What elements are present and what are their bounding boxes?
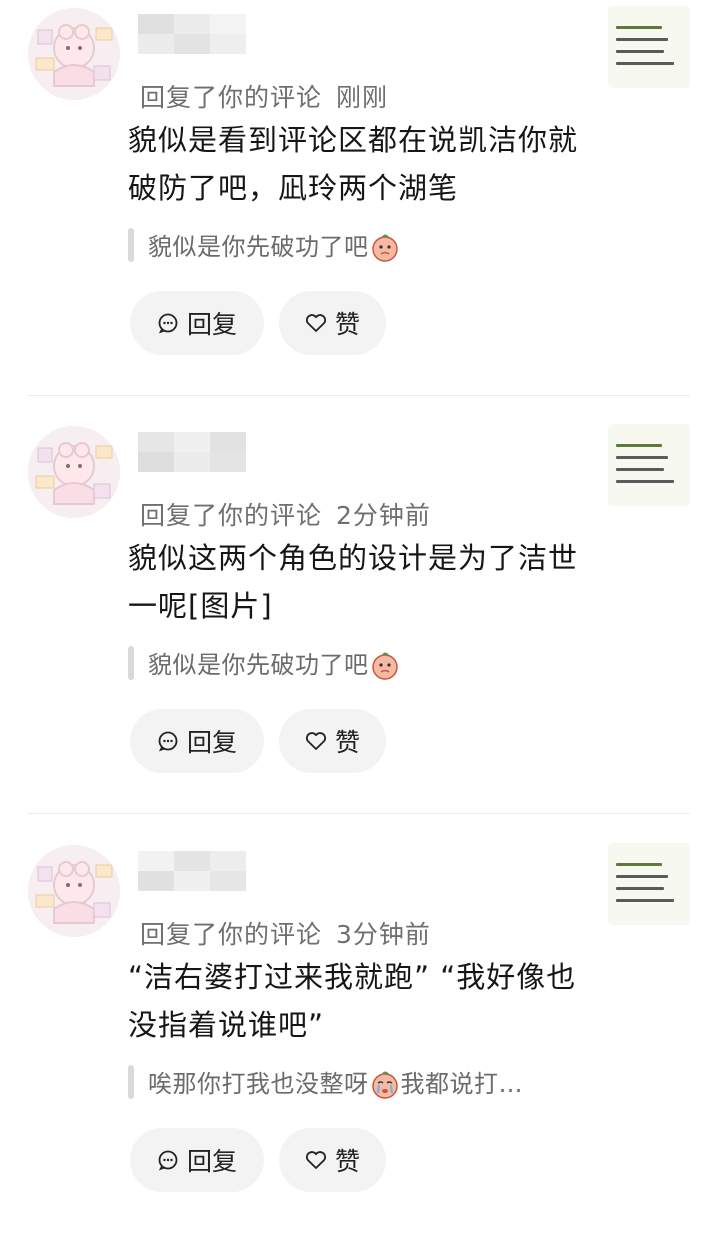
action-text: 回复了你的评论 — [140, 83, 323, 112]
avatar[interactable] — [28, 8, 120, 100]
avatar[interactable] — [28, 845, 120, 937]
quote-bar — [128, 228, 134, 262]
original-post-thumbnail[interactable] — [608, 6, 690, 88]
heart-icon — [305, 1151, 326, 1169]
like-button[interactable]: 赞 — [279, 291, 386, 355]
comment-content[interactable]: 貌似这两个角色的设计是为了洁世一呢[图片] — [128, 534, 598, 630]
reply-button[interactable]: 回复 — [130, 1128, 264, 1192]
quoted-comment[interactable]: 貌似是你先破功了吧 — [128, 645, 401, 681]
like-button[interactable]: 赞 — [279, 709, 386, 773]
username-redacted[interactable] — [138, 432, 246, 472]
comment-bubble-icon — [158, 313, 178, 334]
avatar[interactable] — [28, 426, 120, 518]
reply-button[interactable]: 回复 — [130, 291, 264, 355]
timestamp: 3分钟前 — [336, 920, 431, 949]
divider — [28, 395, 690, 396]
action-text: 回复了你的评论 — [140, 920, 323, 949]
reply-button-label: 回复 — [186, 728, 237, 757]
list-item: 回复了你的评论 刚刚 貌似是看到评论区都在说凯洁你就破防了吧，凪玲两个湖笔 貌似是… — [0, 0, 716, 405]
comment-bubble-icon — [158, 1150, 178, 1171]
quoted-comment[interactable]: 貌似是你先破功了吧 — [128, 227, 401, 263]
quote-text: 貌似是你先破功了吧 — [148, 645, 401, 681]
original-post-thumbnail[interactable] — [608, 424, 690, 506]
quote-text: 貌似是你先破功了吧 — [148, 227, 401, 263]
action-text: 回复了你的评论 — [140, 501, 323, 530]
like-button-label: 赞 — [334, 1147, 360, 1176]
original-post-thumbnail[interactable] — [608, 843, 690, 925]
like-button-label: 赞 — [334, 310, 360, 339]
divider — [28, 813, 690, 814]
comment-content[interactable]: “洁右婆打过来我就跑” “我好像也没指着说谁吧” — [128, 953, 598, 1049]
list-item: 回复了你的评论 2分钟前 貌似这两个角色的设计是为了洁世一呢[图片] 貌似是你先破… — [0, 418, 716, 823]
comment-meta: 回复了你的评论 刚刚 — [140, 78, 388, 114]
emoji-icon — [371, 234, 398, 262]
comment-meta: 回复了你的评论 3分钟前 — [140, 915, 431, 951]
list-item: 回复了你的评论 3分钟前 “洁右婆打过来我就跑” “我好像也没指着说谁吧” 唉那你… — [0, 837, 716, 1242]
reply-button-label: 回复 — [186, 310, 237, 339]
comment-content[interactable]: 貌似是看到评论区都在说凯洁你就破防了吧，凪玲两个湖笔 — [128, 116, 598, 212]
comment-bubble-icon — [158, 731, 178, 752]
quoted-comment[interactable]: 唉那你打我也没整呀 我都说打… — [128, 1064, 523, 1100]
quote-bar — [128, 1065, 134, 1099]
quote-text: 唉那你打我也没整呀 我都说打… — [148, 1070, 523, 1099]
timestamp: 刚刚 — [336, 83, 389, 112]
like-button[interactable]: 赞 — [279, 1128, 386, 1192]
heart-icon — [305, 314, 326, 332]
crying-emoji-icon — [371, 1071, 398, 1099]
reply-button[interactable]: 回复 — [130, 709, 264, 773]
username-redacted[interactable] — [138, 851, 246, 891]
notification-feed: 回复了你的评论 刚刚 貌似是看到评论区都在说凯洁你就破防了吧，凪玲两个湖笔 貌似是… — [0, 0, 716, 1220]
emoji-icon — [371, 652, 398, 680]
reply-button-label: 回复 — [186, 1147, 237, 1176]
quote-bar — [128, 646, 134, 680]
heart-icon — [305, 732, 326, 750]
like-button-label: 赞 — [334, 728, 360, 757]
comment-meta: 回复了你的评论 2分钟前 — [140, 496, 431, 532]
username-redacted[interactable] — [138, 14, 246, 54]
timestamp: 2分钟前 — [336, 501, 431, 530]
